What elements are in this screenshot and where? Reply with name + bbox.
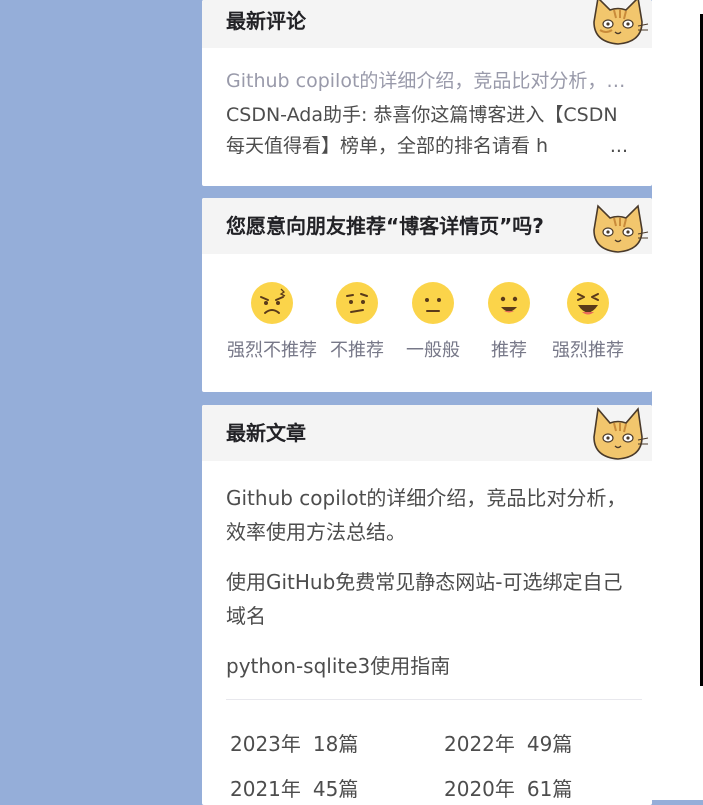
archive-count: 18篇 [312, 732, 359, 756]
recommend-card: 您愿意向朋友推荐“博客详情页”吗? 强烈不推荐 不推荐 一般般 推荐 强烈推荐 [202, 198, 652, 392]
cat-mascot-icon [593, 0, 649, 45]
archive-item-2021[interactable]: 2021年 45篇 [230, 773, 358, 802]
archive-item-2023[interactable]: 2023年 18篇 [230, 728, 358, 757]
recommend-strongly-button[interactable]: 强烈推荐 [540, 282, 636, 362]
archive-year: 2023年 [230, 732, 301, 756]
archive-year: 2022年 [444, 732, 515, 756]
latest-articles-list: Github copilot的详细介绍，竞品比对分析，效率使用方法总结。 使用G… [202, 461, 652, 683]
article-link[interactable]: python-sqlite3使用指南 [226, 649, 628, 683]
archive-year: 2021年 [230, 777, 301, 801]
latest-comments-header: 最新评论 [202, 0, 652, 48]
archive-count: 49篇 [526, 732, 573, 756]
cat-mascot-icon [593, 407, 649, 460]
recommend-strongly-not-button[interactable]: 强烈不推荐 [224, 282, 320, 362]
archive-count: 61篇 [526, 777, 573, 801]
archive-item-2020[interactable]: 2020年 61篇 [444, 773, 572, 802]
neutral-face-icon [412, 282, 454, 324]
latest-articles-card: 最新文章 Github copilot的详细介绍，竞品比对分析，效率使用方法总结… [202, 405, 652, 805]
archive-count: 45篇 [312, 777, 359, 801]
laughing-face-icon [567, 282, 609, 324]
frowning-face-icon [336, 282, 378, 324]
angry-face-icon [251, 282, 293, 324]
recommend-header: 您愿意向朋友推荐“博客详情页”吗? [202, 198, 652, 254]
smiling-face-icon [488, 282, 530, 324]
comment-content: CSDN-Ada助手: 恭喜你这篇博客进入【CSDN每天值得看】榜单，全部的排名… [226, 104, 618, 157]
right-content-edge [652, 0, 703, 800]
cat-mascot-icon [593, 204, 649, 253]
comment-text[interactable]: CSDN-Ada助手: 恭喜你这篇博客进入【CSDN每天值得看】榜单，全部的排名… [226, 100, 628, 162]
comment-ellipsis: ... [607, 131, 628, 162]
article-link[interactable]: 使用GitHub免费常见静态网站-可选绑定自己域名 [226, 565, 628, 633]
archive-list: 2023年 18篇 2022年 49篇 2021年 45篇 2020年 61篇 [202, 700, 652, 801]
comment-article-link[interactable]: Github copilot的详细介绍，竞品比对分析，效率使用方法总结。 [226, 68, 628, 94]
archive-year: 2020年 [444, 777, 515, 801]
recommend-option-label: 强烈不推荐 [227, 340, 317, 361]
article-link[interactable]: Github copilot的详细介绍，竞品比对分析，效率使用方法总结。 [226, 481, 628, 549]
recommend-option-label: 强烈推荐 [552, 340, 624, 361]
latest-articles-header: 最新文章 [202, 405, 652, 461]
latest-comments-card: 最新评论 Github copilot的详细介绍，竞品比对分析，效率使用方法总结… [202, 0, 652, 186]
archive-item-2022[interactable]: 2022年 49篇 [444, 728, 572, 757]
recommend-options: 强烈不推荐 不推荐 一般般 推荐 强烈推荐 [202, 254, 652, 392]
